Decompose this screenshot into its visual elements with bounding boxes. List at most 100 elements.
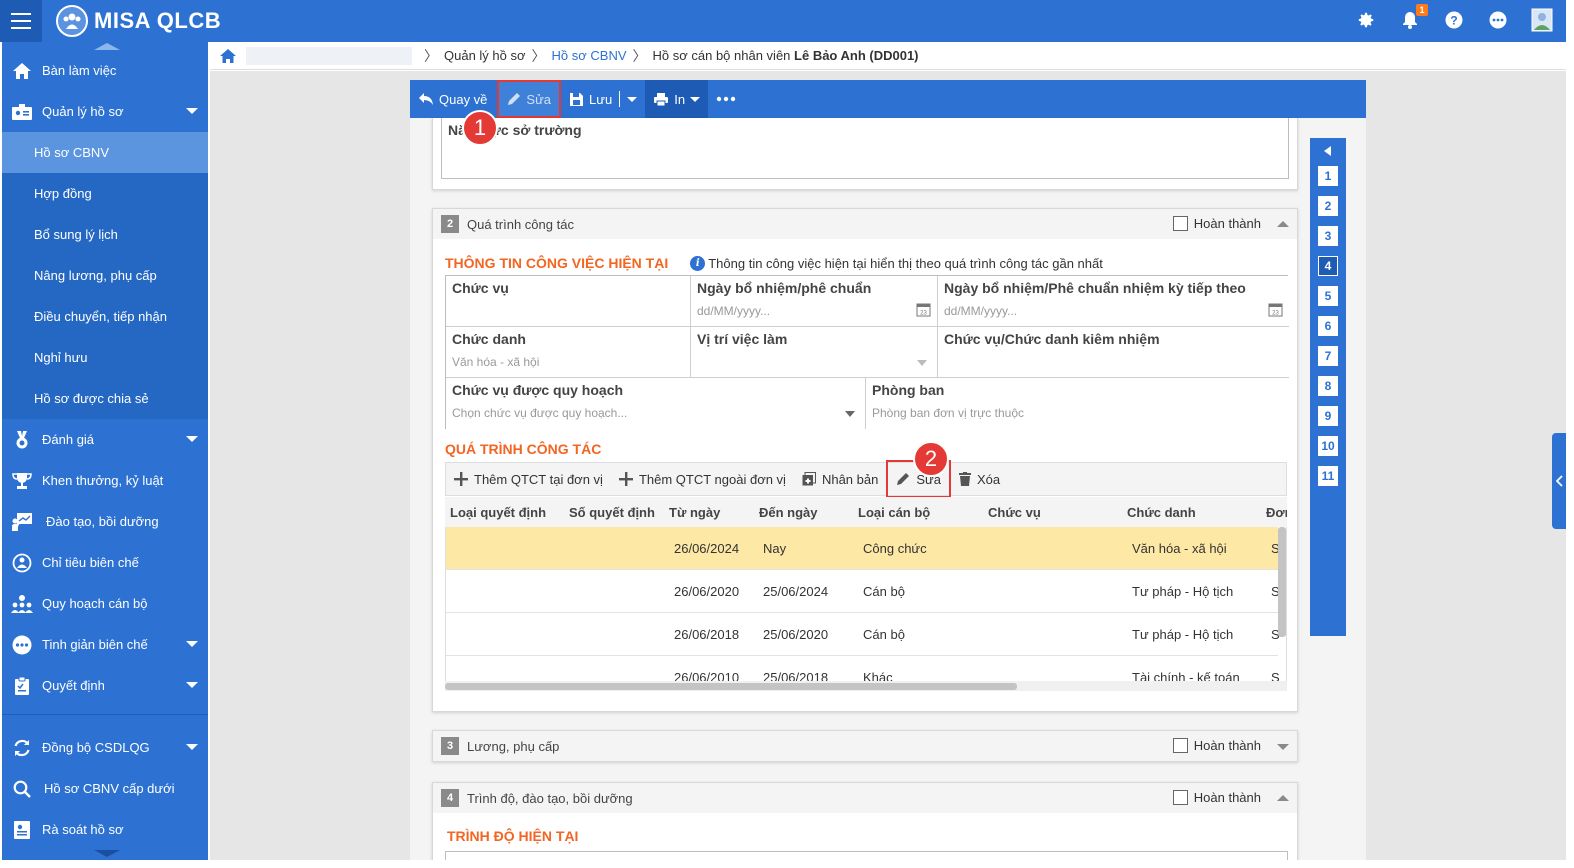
print-button[interactable]: In bbox=[645, 80, 709, 118]
column-header[interactable]: Loại quyết định bbox=[450, 505, 546, 520]
section-nav-item[interactable]: 3 bbox=[1318, 226, 1338, 246]
planned-position-select[interactable]: Chức vụ được quy hoạch Chọn chức vụ được… bbox=[446, 378, 866, 429]
sidebar-subitem-contracts[interactable]: Hợp đồng bbox=[2, 173, 208, 214]
scroll-up-icon[interactable] bbox=[92, 42, 122, 50]
more-dots-icon bbox=[716, 96, 736, 102]
column-header[interactable]: Chức vụ bbox=[988, 505, 1041, 520]
chevron-down-icon[interactable] bbox=[690, 96, 701, 102]
menu-toggle-button[interactable] bbox=[0, 0, 42, 42]
breadcrumb-level2[interactable]: Hồ sơ CBNV bbox=[552, 48, 627, 63]
more-icon[interactable] bbox=[1486, 8, 1510, 32]
complete-checkbox[interactable]: Hoàn thành bbox=[1172, 738, 1261, 753]
column-header[interactable]: Đơn bbox=[1266, 505, 1287, 520]
sidebar-subitem-shared[interactable]: Hồ sơ được chia sẻ bbox=[2, 378, 208, 419]
section-nav-item[interactable]: 9 bbox=[1318, 406, 1338, 426]
position-field[interactable]: Chức vụ bbox=[446, 276, 691, 327]
app-logo[interactable]: MISA QLCB bbox=[56, 5, 221, 37]
column-header[interactable]: Từ ngày bbox=[669, 505, 720, 520]
calendar-icon[interactable]: 23 bbox=[916, 302, 931, 317]
complete-checkbox[interactable]: Hoàn thành bbox=[1172, 216, 1261, 231]
section-nav-item[interactable]: 1 bbox=[1318, 166, 1338, 186]
section-nav-item[interactable]: 11 bbox=[1318, 466, 1338, 486]
sidebar-item-sync[interactable]: Đồng bộ CSDLQG bbox=[2, 727, 208, 768]
chevron-left-icon[interactable] bbox=[1324, 146, 1331, 156]
sidebar-item-dashboard[interactable]: Bàn làm việc bbox=[2, 50, 208, 91]
sidebar-subitem-transfer[interactable]: Điều chuyển, tiếp nhận bbox=[2, 296, 208, 337]
checkbox[interactable] bbox=[1172, 738, 1188, 753]
section-nav-item[interactable]: 10 bbox=[1318, 436, 1338, 456]
sidebar-subitem-employee-profile[interactable]: Hồ sơ CBNV bbox=[2, 132, 208, 173]
back-label: Quay về bbox=[439, 91, 488, 107]
section-nav-item[interactable]: 7 bbox=[1318, 346, 1338, 366]
breadcrumb-level1[interactable]: Quản lý hồ sơ bbox=[444, 48, 526, 63]
breadcrumb-unit-redacted[interactable] bbox=[246, 46, 412, 65]
strengths-field[interactable]: Năng lực sở trường bbox=[441, 118, 1289, 179]
sidebar-item-planning[interactable]: Quy hoạch cán bộ bbox=[2, 583, 208, 624]
chevron-down-icon[interactable] bbox=[627, 96, 638, 102]
section-2-header[interactable]: 2 Quá trình công tác Hoàn thành bbox=[433, 209, 1297, 239]
sidebar-item-downsizing[interactable]: Tinh giản biên chế bbox=[2, 624, 208, 665]
bell-icon[interactable]: 1 bbox=[1398, 4, 1428, 32]
section-nav-item[interactable]: 2 bbox=[1318, 196, 1338, 216]
home-icon[interactable] bbox=[210, 48, 246, 63]
add-internal-button[interactable]: Thêm QTCT tại đơn vị bbox=[446, 462, 611, 496]
avatar[interactable] bbox=[1530, 8, 1554, 32]
calendar-icon[interactable]: 23 bbox=[1268, 302, 1283, 317]
next-appointment-date-field[interactable]: Ngày bổ nhiệm/Phê chuẩn nhiệm kỳ tiếp th… bbox=[938, 276, 1289, 327]
sidebar-subitem-retirement[interactable]: Nghỉ hưu bbox=[2, 337, 208, 378]
complete-checkbox[interactable]: Hoàn thành bbox=[1172, 790, 1261, 805]
section-3-header[interactable]: 3 Lương, phụ cấp Hoàn thành bbox=[433, 731, 1297, 761]
chevron-down-icon bbox=[917, 360, 927, 366]
sidebar-item-review[interactable]: Rà soát hồ sơ bbox=[2, 809, 208, 850]
sidebar-item-decisions[interactable]: Quyết định bbox=[2, 665, 208, 706]
sidebar-item-evaluation[interactable]: Đánh giá bbox=[2, 419, 208, 460]
checkbox[interactable] bbox=[1172, 216, 1188, 231]
more-actions-button[interactable] bbox=[708, 80, 744, 118]
table-horizontal-scrollbar[interactable] bbox=[445, 681, 1287, 691]
sidebar-item-rewards[interactable]: Khen thưởng, kỷ luật bbox=[2, 460, 208, 501]
help-icon[interactable]: ? bbox=[1442, 8, 1466, 32]
table-row[interactable]: 26/06/2018 25/06/2020 Cán bộ Tư pháp - H… bbox=[446, 613, 1280, 656]
cell-to: 25/06/2024 bbox=[763, 584, 829, 599]
checkbox[interactable] bbox=[1172, 790, 1188, 805]
section-nav-item[interactable]: 8 bbox=[1318, 376, 1338, 396]
sidebar-subitem-resume[interactable]: Bổ sung lý lịch bbox=[2, 214, 208, 255]
gear-icon[interactable] bbox=[1354, 8, 1378, 32]
scroll-down-icon[interactable] bbox=[92, 850, 122, 858]
column-header[interactable]: Chức danh bbox=[1127, 505, 1196, 520]
duplicate-button[interactable]: Nhân bản bbox=[794, 462, 886, 496]
delete-button[interactable]: Xóa bbox=[951, 462, 1008, 496]
job-position-select[interactable]: Vị trí việc làm bbox=[691, 327, 938, 378]
save-button[interactable]: Lưu bbox=[561, 80, 645, 118]
collapse-icon[interactable] bbox=[1277, 795, 1289, 801]
sidebar-subitem-salary[interactable]: Nâng lương, phụ cấp bbox=[2, 255, 208, 296]
expand-icon[interactable] bbox=[1277, 744, 1289, 750]
scrollbar-thumb[interactable] bbox=[445, 683, 1017, 690]
sidebar-subitem-label: Nghỉ hưu bbox=[34, 350, 88, 365]
section-4-header[interactable]: 4 Trình độ, đào tạo, bồi dưỡng Hoàn thàn… bbox=[433, 783, 1297, 813]
side-panel-toggle[interactable] bbox=[1552, 433, 1566, 529]
title-field[interactable]: Chức danh Văn hóa - xã hội bbox=[446, 327, 691, 378]
edit-button[interactable]: Sửa bbox=[497, 80, 562, 118]
section-nav-item[interactable]: 6 bbox=[1318, 316, 1338, 336]
column-header[interactable]: Đến ngày bbox=[759, 505, 818, 520]
concurrent-position-field[interactable]: Chức vụ/Chức danh kiêm nhiệm bbox=[938, 327, 1289, 378]
collapse-icon[interactable] bbox=[1277, 221, 1289, 227]
section-number: 2 bbox=[441, 215, 459, 233]
sidebar-item-quota[interactable]: Chỉ tiêu biên chế bbox=[2, 542, 208, 583]
column-header[interactable]: Số quyết định bbox=[569, 505, 655, 520]
table-row[interactable]: 26/06/2020 25/06/2024 Cán bộ Tư pháp - H… bbox=[446, 570, 1280, 613]
table-row[interactable]: 26/06/2024 Nay Công chức Văn hóa - xã hộ… bbox=[446, 527, 1280, 570]
table-vertical-scrollbar[interactable] bbox=[1278, 527, 1286, 637]
hamburger-icon bbox=[11, 13, 31, 29]
sidebar-item-sub-profiles[interactable]: Hồ sơ CBNV cấp dưới bbox=[2, 768, 208, 809]
column-header[interactable]: Loại cán bộ bbox=[858, 505, 930, 520]
department-field[interactable]: Phòng ban Phòng ban đơn vị trực thuộc bbox=[866, 378, 1289, 429]
appointment-date-field[interactable]: Ngày bổ nhiệm/phê chuẩn dd/MM/yyyy... 23 bbox=[691, 276, 938, 327]
sidebar-item-training[interactable]: Đào tạo, bồi dưỡng bbox=[2, 501, 208, 542]
section-nav-item[interactable]: 5 bbox=[1318, 286, 1338, 306]
chevron-down-icon bbox=[186, 108, 198, 114]
sidebar-item-profile-management[interactable]: Quản lý hồ sơ bbox=[2, 91, 208, 132]
add-external-button[interactable]: Thêm QTCT ngoài đơn vị bbox=[611, 462, 794, 496]
section-nav-item[interactable]: 4 bbox=[1318, 256, 1338, 276]
